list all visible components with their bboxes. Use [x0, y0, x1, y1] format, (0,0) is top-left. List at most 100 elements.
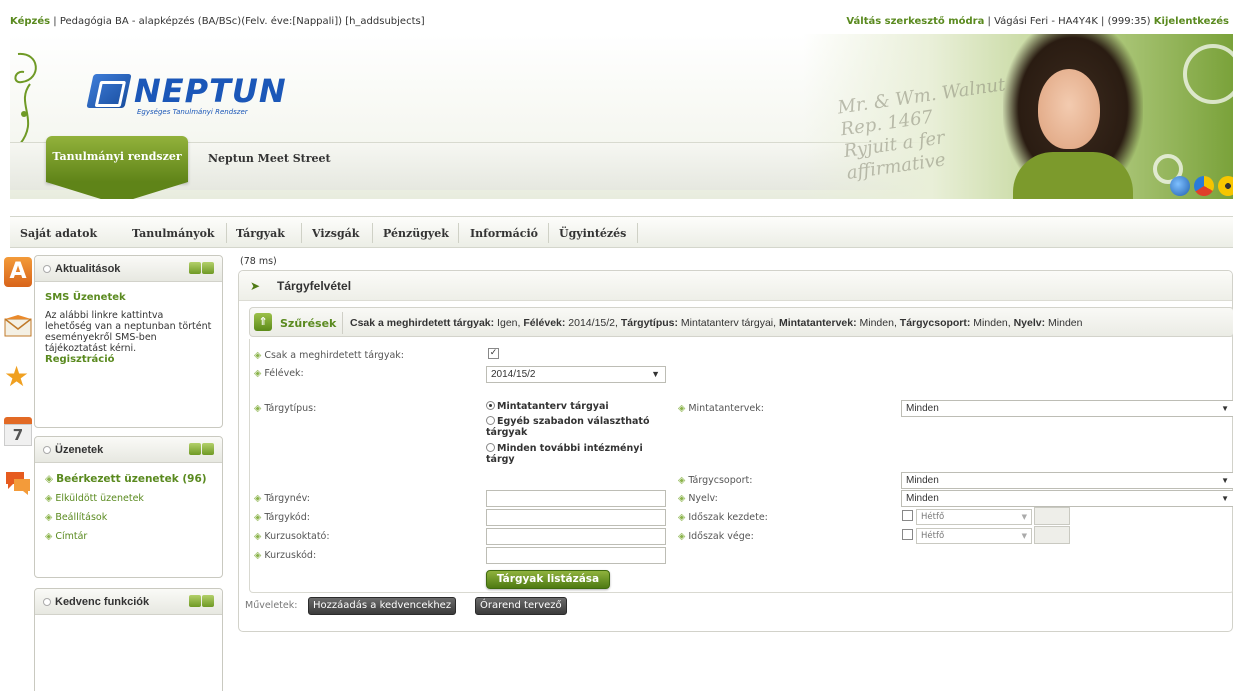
operations-label: Műveletek:: [245, 600, 298, 611]
period-end-checkbox[interactable]: [902, 529, 913, 540]
page-title: Tárgyfelvétel: [277, 279, 352, 293]
panel-settings-icon[interactable]: [189, 443, 201, 455]
collapse-up-icon[interactable]: ⇑: [254, 313, 272, 331]
chevron-right-icon: ➤: [250, 279, 261, 293]
subject-name-label: ◈ Tárgynév:: [254, 493, 310, 504]
header-banner: NEPTUN Egységes Tanulmányi Rendszer Tanu…: [10, 34, 1233, 199]
period-start-label: ◈ Időszak kezdete:: [678, 512, 768, 523]
menu-information[interactable]: Információ: [470, 227, 538, 240]
response-time: (78 ms): [240, 256, 277, 267]
breadcrumb: Képzés | Pedagógia BA - alapképzés (BA/B…: [10, 16, 425, 27]
period-end-label: ◈ Időszak vége:: [678, 531, 754, 542]
subject-type-label: ◈ Tárgytípus:: [254, 403, 317, 414]
panel-close-icon[interactable]: [202, 443, 214, 455]
favorites-panel: Kedvenc funkciók: [34, 588, 223, 691]
globe-icon[interactable]: [1170, 176, 1190, 196]
favorites-panel-title: Kedvenc funkciók: [55, 596, 150, 608]
subject-type-radio-curriculum[interactable]: Mintatanterv tárgyai: [486, 401, 666, 412]
course-teacher-label: ◈ Kurzusoktató:: [254, 531, 330, 542]
period-start-checkbox[interactable]: [902, 510, 913, 521]
filter-bar[interactable]: ⇑ Szűrések Csak a meghirdetett tárgyak: …: [249, 307, 1233, 337]
menu-administration[interactable]: Ügyintézés: [559, 227, 626, 240]
curricula-select[interactable]: Minden ▼: [901, 400, 1233, 417]
only-announced-checkbox[interactable]: ✓: [488, 348, 499, 359]
panel-settings-icon[interactable]: [189, 595, 201, 607]
collapse-circle-icon[interactable]: [43, 446, 51, 454]
news-panel-title: Aktualitások: [55, 263, 121, 275]
subject-registration-panel: ➤ Tárgyfelvétel ⇑ Szűrések Csak a meghir…: [238, 270, 1233, 632]
period-start-day-select[interactable]: Hétfő ▼: [916, 509, 1032, 525]
menu-finances[interactable]: Pénzügyek: [383, 227, 449, 240]
subject-type-radio-all-other[interactable]: Minden további intézményi tárgy: [486, 443, 666, 465]
inbox-link[interactable]: ◈ Beérkezett üzenetek (96): [45, 473, 212, 485]
neptun-logo[interactable]: NEPTUN Egységes Tanulmányi Rendszer: [86, 72, 286, 122]
menu-personal-data[interactable]: Saját adatok: [20, 227, 97, 240]
quick-icon-strip: A ★ 7: [4, 255, 34, 515]
language-select[interactable]: Minden ▼: [901, 490, 1233, 507]
directory-link[interactable]: ◈ Címtár: [45, 531, 212, 542]
list-subjects-button[interactable]: Tárgyak listázása: [486, 570, 610, 589]
calendar-icon[interactable]: 7: [4, 417, 32, 446]
only-announced-label: ◈ Csak a meghirdetett tárgyak:: [254, 350, 404, 361]
chat-icon[interactable]: [4, 469, 32, 497]
menu-exams[interactable]: Vizsgák: [312, 227, 359, 240]
logo-subtitle: Egységes Tanulmányi Rendszer: [137, 108, 248, 116]
woman-photo: [1038, 69, 1100, 149]
subject-group-select[interactable]: Minden ▼: [901, 472, 1233, 489]
user-info: | Vágási Feri - HA4Y4K | (999:35): [987, 16, 1151, 27]
subject-code-input[interactable]: [486, 509, 666, 526]
period-end-time-input[interactable]: [1034, 526, 1070, 544]
period-end-day-select[interactable]: Hétfő ▼: [916, 528, 1032, 544]
header-photo: Mr. & Wm. Walnut Rep. 1467 Ryjuit a fer aff…: [803, 34, 1233, 199]
accessibility-icon[interactable]: [1218, 176, 1233, 196]
sms-title: SMS Üzenetek: [45, 292, 126, 303]
course-code-input[interactable]: [486, 547, 666, 564]
news-panel: Aktualitások SMS Üzenetek Az alábbi link…: [34, 255, 223, 428]
collapse-circle-icon[interactable]: [43, 265, 51, 273]
add-to-favorites-button[interactable]: Hozzáadás a kedvencekhez: [308, 597, 457, 615]
semester-select[interactable]: 2014/15/2 ▼: [486, 366, 666, 383]
subject-group-label: ◈ Tárgycsoport:: [678, 475, 753, 486]
tab-meet-street[interactable]: Neptun Meet Street: [208, 152, 331, 165]
calendar-day: 7: [4, 424, 32, 446]
panel-close-icon[interactable]: [202, 262, 214, 274]
subject-type-radio-other-elective[interactable]: Egyéb szabadon választható tárgyak: [486, 416, 674, 438]
menu-studies[interactable]: Tanulmányok: [132, 227, 215, 240]
logo-cube-icon: [86, 74, 132, 108]
a-letter-icon[interactable]: A: [4, 257, 32, 287]
panel-close-icon[interactable]: [202, 595, 214, 607]
collapse-circle-icon[interactable]: [43, 598, 51, 606]
curricula-label: ◈ Mintatantervek:: [678, 403, 764, 414]
edit-mode-link[interactable]: Váltás szerkesztő módra: [846, 16, 984, 27]
envelope-icon[interactable]: [4, 315, 32, 343]
color-theme-icon[interactable]: [1194, 176, 1214, 196]
message-settings-link[interactable]: ◈ Beállítások: [45, 512, 212, 523]
period-start-time-input[interactable]: [1034, 507, 1070, 525]
menu-subjects[interactable]: Tárgyak: [236, 227, 285, 240]
breadcrumb-path: | Pedagógia BA - alapképzés (BA/BSc)(Fel…: [53, 16, 425, 27]
timetable-planner-button[interactable]: Órarend tervező: [475, 597, 567, 615]
user-bar: Váltás szerkesztő módra | Vágási Feri - …: [846, 16, 1229, 27]
semester-label: ◈ Félévek:: [254, 368, 304, 379]
breadcrumb-link-training[interactable]: Képzés: [10, 16, 50, 27]
star-icon[interactable]: ★: [4, 363, 32, 391]
tab-study-system[interactable]: Tanulmányi rendszer: [46, 136, 188, 199]
panel-settings-icon[interactable]: [189, 262, 201, 274]
top-bar: Képzés | Pedagógia BA - alapképzés (BA/B…: [0, 0, 1233, 38]
sms-registration-link[interactable]: Regisztráció: [45, 354, 212, 365]
subject-name-input[interactable]: [486, 490, 666, 507]
course-teacher-input[interactable]: [486, 528, 666, 545]
messages-panel: Üzenetek ◈ Beérkezett üzenetek (96) ◈ Elkü…: [34, 436, 223, 578]
sent-messages-link[interactable]: ◈ Elküldött üzenetek: [45, 493, 212, 504]
filter-summary: Csak a meghirdetett tárgyak: Igen, Félév…: [350, 317, 1083, 329]
logout-link[interactable]: Kijelentkezés: [1154, 16, 1229, 27]
subject-code-label: ◈ Tárgykód:: [254, 512, 310, 523]
swirl-ornament-icon: [14, 52, 37, 145]
course-code-label: ◈ Kurzuskód:: [254, 550, 317, 561]
messages-panel-title: Üzenetek: [55, 444, 104, 456]
filter-form: ◈ Csak a meghirdetett tárgyak: ✓ ◈ Félévek…: [249, 339, 1233, 593]
tab-study-system-label: Tanulmányi rendszer: [52, 150, 182, 163]
logo-text: NEPTUN: [134, 72, 287, 110]
language-label: ◈ Nyelv:: [678, 493, 718, 504]
main-menu: Saját adatok Tanulmányok Tárgyak Vizsgák…: [10, 216, 1233, 248]
